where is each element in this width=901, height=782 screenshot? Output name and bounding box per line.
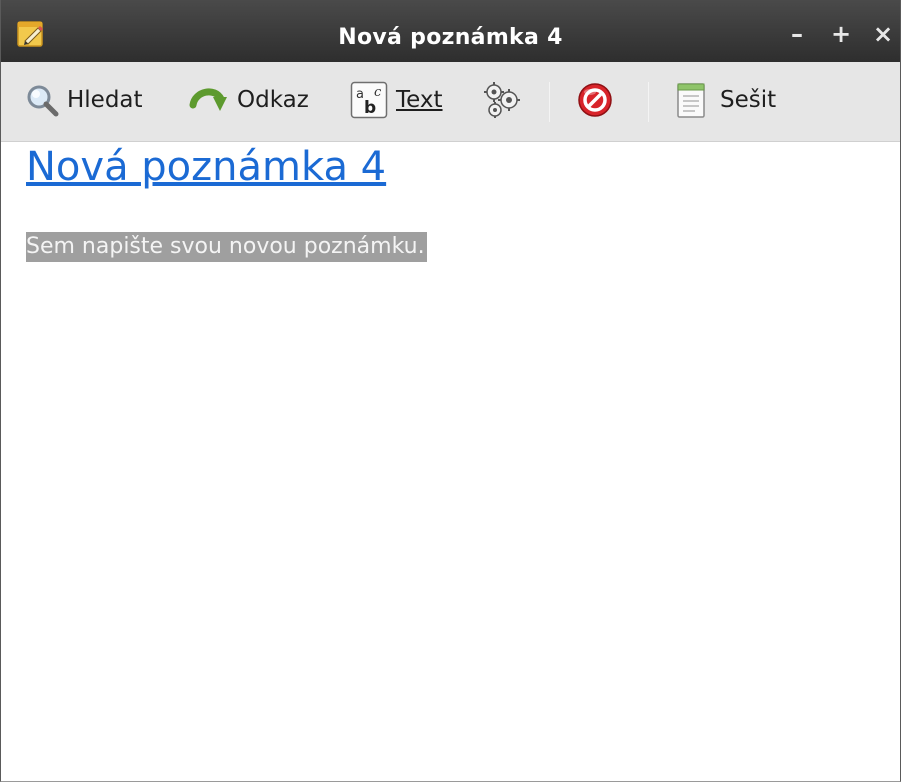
minimize-button[interactable]: – [783,20,811,48]
notebook-icon [677,83,705,118]
svg-text:a: a [356,87,364,102]
search-label: Hledat [67,87,143,113]
toolbar-separator [648,82,649,122]
toolbar-separator [549,82,550,122]
link-button[interactable]: Odkaz [189,78,309,122]
delete-button[interactable] [576,78,614,122]
note-title[interactable]: Nová poznámka 4 [26,144,386,190]
link-label: Odkaz [237,87,309,113]
tools-button[interactable] [482,78,522,122]
maximize-button[interactable]: + [827,20,855,48]
title-bar[interactable]: Nová poznámka 4 – + × [1,0,900,62]
text-format-label: Text [396,87,443,113]
red-no-sign-icon [578,83,612,117]
green-arrow-icon [189,88,227,111]
close-button[interactable]: × [869,20,897,48]
search-button[interactable]: Hledat [25,78,143,122]
note-editor[interactable]: Nová poznámka 4 Sem napište svou novou p… [1,142,900,781]
notebook-label: Sešit [720,87,777,113]
text-format-button[interactable]: a c b Text [350,78,443,122]
text-format-icon: a c b [350,81,388,119]
magnifier-icon [27,85,59,117]
note-window: Nová poznámka 4 – + × Hledat Odkaz a c b… [0,0,901,782]
gears-icon [484,82,520,118]
toolbar: Hledat Odkaz a c b Text Sešit [1,62,900,142]
note-body-selected-text[interactable]: Sem napište svou novou poznámku. [26,232,427,262]
text-format-label-text: Text [396,87,443,113]
notebook-button[interactable]: Sešit [676,78,776,122]
window-title: Nová poznámka 4 [338,25,563,50]
svg-text:b: b [364,98,376,118]
